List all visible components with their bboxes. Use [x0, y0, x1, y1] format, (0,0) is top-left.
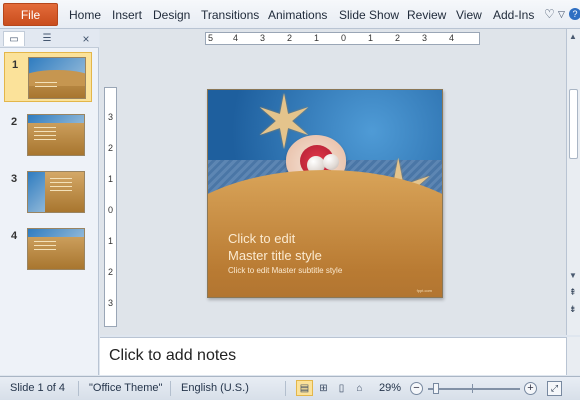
normal-view-icon[interactable]: ▤: [296, 380, 313, 396]
zoom-out-icon[interactable]: −: [410, 382, 423, 395]
slide-title-placeholder[interactable]: Click to edit Master title style: [228, 230, 322, 264]
close-icon[interactable]: ×: [75, 31, 97, 46]
status-bar: Slide 1 of 4 "Office Theme" English (U.S…: [0, 376, 580, 400]
zoom-slider[interactable]: [428, 388, 520, 390]
theme-name: "Office Theme": [89, 382, 163, 394]
slide-show-icon[interactable]: ⌂: [351, 380, 368, 396]
slide-thumbnail-2[interactable]: 2: [4, 110, 92, 160]
current-slide[interactable]: ✶ ✶ Click to edit Master title style Cli…: [207, 89, 443, 298]
notes-placeholder[interactable]: Click to add notes: [109, 347, 236, 365]
slide-thumb-image: [27, 114, 85, 156]
slide-thumb-image: [27, 228, 85, 270]
slide-number: 4: [11, 230, 18, 242]
heart-icon[interactable]: ♡: [544, 7, 555, 21]
slide-thumb-image: [28, 57, 86, 99]
slide-thumbnail-1[interactable]: 1: [4, 52, 92, 102]
slide-editor: 5 4 3 2 1 0 1 2 3 4 3 2 1 0 1 2 3 ✶ ✶ Cl…: [100, 29, 566, 335]
zoom-slider-thumb[interactable]: [433, 383, 439, 394]
slide-subtitle-placeholder[interactable]: Click to edit Master subtitle style: [228, 266, 342, 275]
tab-insert[interactable]: Insert: [112, 8, 142, 22]
notes-pane[interactable]: Click to add notes: [100, 337, 566, 375]
scroll-thumb[interactable]: [569, 89, 578, 159]
slides-pane: ▭ ☰ × 1 2 3 4: [0, 29, 99, 375]
outline-tab-icon[interactable]: ☰: [36, 31, 58, 46]
next-slide-icon[interactable]: ⇟: [569, 304, 577, 315]
help-icon[interactable]: ?: [569, 8, 580, 20]
slide-counter: Slide 1 of 4: [10, 382, 66, 394]
slide-brand: fppt.com: [416, 288, 432, 293]
vertical-ruler: 3 2 1 0 1 2 3: [104, 87, 117, 327]
scroll-up-icon[interactable]: ▲: [569, 32, 577, 41]
scroll-down-icon[interactable]: ▼: [569, 271, 577, 280]
slide-thumb-image: [27, 171, 85, 213]
tab-add-ins[interactable]: Add-Ins: [493, 8, 534, 22]
zoom-percent[interactable]: 29%: [379, 382, 401, 394]
file-tab[interactable]: File: [3, 3, 58, 26]
tab-transitions[interactable]: Transitions: [201, 8, 259, 22]
slide-thumbnail-3[interactable]: 3: [4, 167, 92, 217]
tab-design[interactable]: Design: [153, 8, 190, 22]
tab-animations[interactable]: Animations: [268, 8, 327, 22]
chevron-up-icon[interactable]: ▽: [558, 9, 565, 20]
slide-number: 3: [11, 173, 18, 185]
slides-tab-icon[interactable]: ▭: [3, 31, 25, 46]
pane-tabs: ▭ ☰ ×: [0, 29, 99, 48]
slide-number: 1: [12, 59, 19, 71]
slide-number: 2: [11, 116, 18, 128]
tab-home[interactable]: Home: [69, 8, 101, 22]
vertical-scrollbar[interactable]: ▲ ▼ ⇞ ⇟: [566, 29, 580, 335]
slide-sorter-icon[interactable]: ⊞: [315, 380, 332, 396]
reading-view-icon[interactable]: ▯: [333, 380, 350, 396]
previous-slide-icon[interactable]: ⇞: [569, 287, 577, 298]
tab-slide-show[interactable]: Slide Show: [339, 8, 399, 22]
fit-to-window-icon[interactable]: ⤢: [547, 381, 562, 396]
slide-thumbnail-4[interactable]: 4: [4, 224, 92, 274]
tab-view[interactable]: View: [456, 8, 482, 22]
horizontal-ruler: 5 4 3 2 1 0 1 2 3 4: [205, 32, 480, 45]
language-indicator[interactable]: English (U.S.): [181, 382, 249, 394]
ribbon-tab-bar: File Home Insert Design Transitions Anim…: [0, 0, 580, 29]
tab-review[interactable]: Review: [407, 8, 446, 22]
zoom-in-icon[interactable]: +: [524, 382, 537, 395]
notes-scrollbar[interactable]: [566, 337, 580, 375]
